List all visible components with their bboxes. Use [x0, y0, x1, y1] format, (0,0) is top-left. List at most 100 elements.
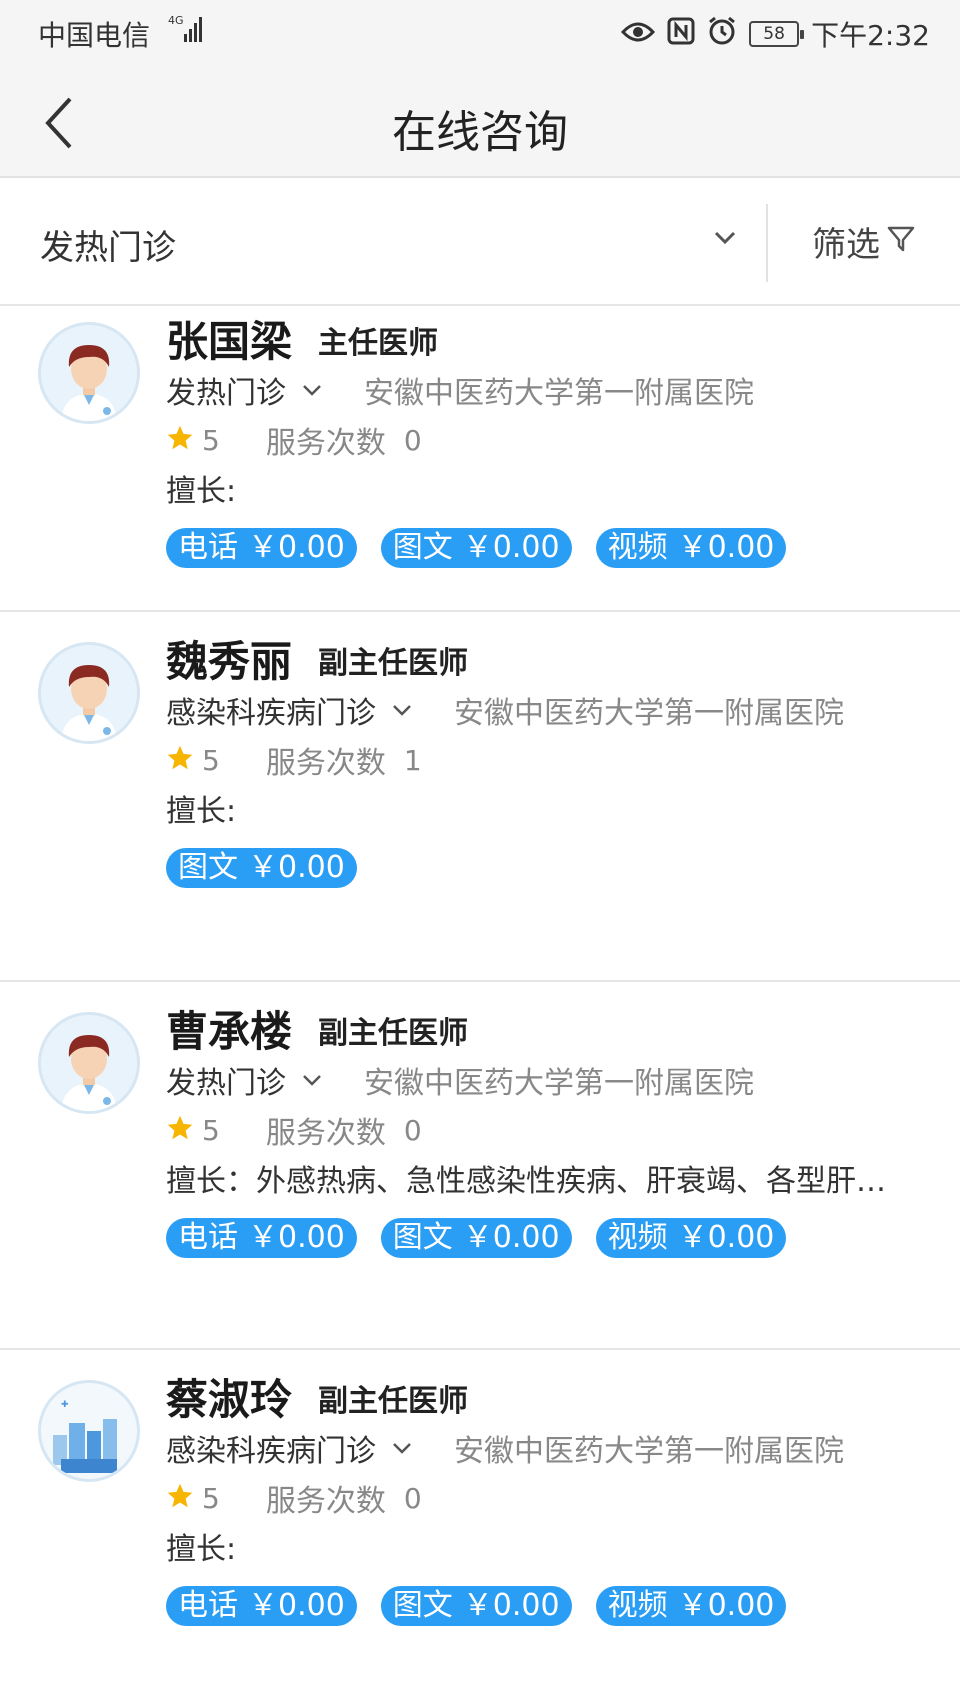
- stats-row: 5 服务次数 0: [166, 418, 422, 462]
- status-bar: 中国电信 4G 58 下午2:32: [0, 0, 960, 68]
- rating-value: 5: [202, 1113, 220, 1147]
- hospital-name: 安徽中医药大学第一附属医院: [454, 1434, 844, 1469]
- doctor-avatar: ✚: [38, 1380, 140, 1482]
- nav-bar: 在线咨询: [0, 68, 960, 178]
- consult-price: ￥0.00: [248, 1220, 345, 1255]
- doctor-avatar: [38, 322, 140, 424]
- filter-bar: 发热门诊 筛选: [0, 178, 960, 306]
- nfc-icon: [667, 17, 695, 52]
- department-row: 感染科疾病门诊 安徽中医药大学第一附属医院: [166, 1426, 844, 1470]
- doctor-avatar: [38, 1012, 140, 1114]
- stats-row: 5 服务次数 0: [166, 1108, 422, 1152]
- consult-price: ￥0.00: [462, 530, 560, 565]
- doctor-title: 副主任医师: [318, 1016, 468, 1051]
- video-consult-tag[interactable]: 视频 ￥0.00: [595, 1218, 787, 1258]
- clock-time: 下午2:32: [811, 19, 930, 52]
- star-icon: [166, 1114, 194, 1146]
- doctor-name: 魏秀丽: [166, 637, 293, 686]
- filter-button[interactable]: 筛选: [768, 178, 960, 304]
- video-consult-tag[interactable]: 视频 ￥0.00: [595, 1586, 787, 1626]
- consult-type: 图文: [178, 850, 238, 885]
- text-consult-tag[interactable]: 图文 ￥0.00: [380, 1218, 572, 1258]
- chevron-down-icon[interactable]: [392, 701, 412, 720]
- consult-price: ￥0.00: [462, 1588, 560, 1623]
- service-count: 0: [403, 1113, 422, 1147]
- chevron-down-icon[interactable]: [302, 1071, 322, 1090]
- rating-value: 5: [202, 743, 220, 777]
- doctor-card[interactable]: ✚ 蔡淑玲 副主任医师 感染科疾病门诊 安徽中医药大学第一附属医院 5 服务次数…: [0, 1352, 960, 1706]
- service-count: 0: [403, 1481, 422, 1515]
- text-consult-tag[interactable]: 图文 ￥0.00: [166, 848, 357, 888]
- department-name: 发热门诊: [166, 1066, 286, 1101]
- consult-price: ￥0.00: [248, 850, 345, 885]
- text-consult-tag[interactable]: 图文 ￥0.00: [380, 1586, 572, 1626]
- doctor-card[interactable]: 曹承楼 副主任医师 发热门诊 安徽中医药大学第一附属医院 5 服务次数 0 擅长…: [0, 982, 960, 1350]
- rating-value: 5: [202, 423, 220, 457]
- network-type: 4G: [168, 14, 184, 27]
- hospital-name: 安徽中医药大学第一附属医院: [364, 1066, 754, 1101]
- doctor-title: 副主任医师: [318, 646, 468, 681]
- chevron-down-icon: [714, 230, 736, 249]
- chevron-down-icon[interactable]: [392, 1439, 412, 1458]
- phone-consult-tag[interactable]: 电话 ￥0.00: [166, 1218, 357, 1258]
- service-count-label: 服务次数: [265, 426, 386, 461]
- filter-label: 筛选: [812, 224, 880, 265]
- price-row: 电话 ￥0.00 图文 ￥0.00 视频 ￥0.00: [166, 528, 787, 568]
- star-icon: [166, 744, 194, 776]
- consult-type: 视频: [607, 1220, 668, 1255]
- consult-type: 图文: [392, 530, 453, 565]
- doctor-name: 蔡淑玲: [166, 1375, 293, 1424]
- consult-price: ￥0.00: [248, 530, 345, 565]
- doctor-list[interactable]: 张国梁 主任医师 发热门诊 安徽中医药大学第一附属医院 5 服务次数 0 擅长:…: [0, 306, 960, 1706]
- consult-type: 视频: [607, 530, 668, 565]
- svg-text:✚: ✚: [61, 1400, 69, 1410]
- doctor-name: 曹承楼: [166, 1007, 293, 1056]
- consult-price: ￥0.00: [677, 1220, 775, 1255]
- status-icons: 58 下午2:32: [621, 14, 930, 54]
- department-row: 感染科疾病门诊 安徽中医药大学第一附属医院: [166, 688, 844, 732]
- consult-type: 电话: [178, 530, 238, 565]
- specialty-text: 擅长:: [166, 474, 237, 509]
- signal-icon: 4G: [168, 12, 204, 52]
- stats-row: 5 服务次数 0: [166, 1476, 422, 1520]
- doctor-card[interactable]: 张国梁 主任医师 发热门诊 安徽中医药大学第一附属医院 5 服务次数 0 擅长:…: [0, 306, 960, 612]
- consult-type: 图文: [392, 1588, 453, 1623]
- hospital-name: 安徽中医药大学第一附属医院: [364, 376, 754, 411]
- consult-price: ￥0.00: [248, 1588, 345, 1623]
- text-consult-tag[interactable]: 图文 ￥0.00: [380, 528, 572, 568]
- phone-consult-tag[interactable]: 电话 ￥0.00: [166, 528, 357, 568]
- consult-type: 视频: [607, 1588, 668, 1623]
- specialty-text: 擅长:: [166, 1532, 237, 1567]
- doctor-card[interactable]: 魏秀丽 副主任医师 感染科疾病门诊 安徽中医药大学第一附属医院 5 服务次数 1…: [0, 614, 960, 982]
- chevron-down-icon[interactable]: [302, 381, 322, 400]
- hospital-name: 安徽中医药大学第一附属医院: [454, 696, 844, 731]
- price-row: 电话 ￥0.00 图文 ￥0.00 视频 ￥0.00: [166, 1586, 787, 1626]
- consult-type: 图文: [392, 1220, 453, 1255]
- service-count: 0: [403, 423, 422, 457]
- price-row: 电话 ￥0.00 图文 ￥0.00 视频 ￥0.00: [166, 1218, 787, 1258]
- department-name: 感染科疾病门诊: [166, 696, 376, 731]
- star-icon: [166, 424, 194, 456]
- doctor-name: 张国梁: [166, 317, 293, 366]
- specialty-text: 擅长:: [166, 794, 237, 829]
- page-title: 在线咨询: [392, 107, 568, 158]
- alarm-icon: [707, 16, 737, 53]
- department-selected: 发热门诊: [40, 228, 176, 268]
- video-consult-tag[interactable]: 视频 ￥0.00: [595, 528, 787, 568]
- consult-type: 电话: [178, 1220, 238, 1255]
- stats-row: 5 服务次数 1: [166, 738, 422, 782]
- service-count-label: 服务次数: [265, 1484, 386, 1519]
- department-row: 发热门诊 安徽中医药大学第一附属医院: [166, 368, 754, 412]
- service-count: 1: [403, 743, 422, 777]
- phone-consult-tag[interactable]: 电话 ￥0.00: [166, 1586, 357, 1626]
- specialty-text: 擅长：外感热病、急性感染性疾病、肝衰竭、各型肝…: [166, 1164, 886, 1199]
- department-dropdown[interactable]: 发热门诊: [0, 178, 766, 304]
- consult-price: ￥0.00: [677, 530, 775, 565]
- carrier-name: 中国电信: [38, 19, 151, 52]
- department-name: 发热门诊: [166, 376, 286, 411]
- doctor-avatar: [38, 642, 140, 744]
- doctor-title: 主任医师: [318, 326, 438, 361]
- department-name: 感染科疾病门诊: [166, 1434, 376, 1469]
- service-count-label: 服务次数: [265, 1116, 386, 1151]
- star-icon: [166, 1482, 194, 1514]
